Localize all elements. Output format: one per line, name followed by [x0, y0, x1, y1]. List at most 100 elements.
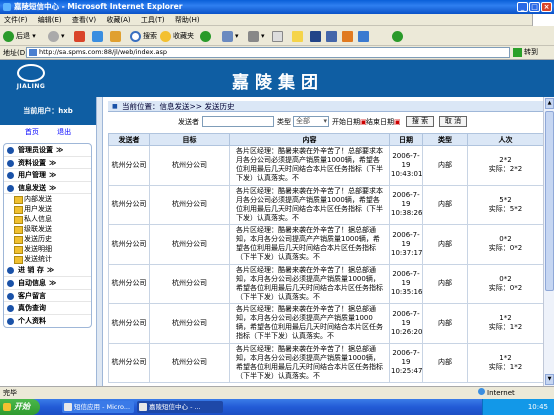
actual-count: 实际：5*2 — [488, 204, 523, 213]
sidebar-subitem-stats[interactable]: 发送统计 — [4, 254, 91, 265]
refresh-button[interactable] — [92, 29, 105, 43]
search-button[interactable]: 搜索 — [130, 29, 157, 43]
scroll-thumb[interactable] — [545, 111, 554, 291]
cell-date: 2006-7-19 10:37:17 — [389, 224, 423, 265]
toolbar-flag-icon[interactable] — [358, 29, 371, 43]
favorites-button[interactable]: 收藏夹 — [160, 29, 194, 43]
end-date-label[interactable]: 结束日期▣ — [366, 117, 401, 127]
sidebar-item-admin[interactable]: 管理员设置 ≫ — [4, 144, 91, 157]
forward-button[interactable]: ▾ — [48, 29, 65, 43]
sidebar-item-inventory[interactable]: 进 销 存 ≫ — [4, 264, 91, 277]
sidebar-subitem-history[interactable]: 发送历史 — [4, 234, 91, 245]
cell-date: 2006-7-19 10:35:16 — [389, 263, 423, 304]
table-row: 杭州分公司 杭州分公司 各片区经理：酷暑来袭在外辛苦了！总部要求本月各分公司必须提高… — [108, 145, 543, 186]
sidebar-item-auto[interactable]: 自动信息 ≫ — [4, 277, 91, 290]
sidebar-item-data[interactable]: 资料设置 ≫ — [4, 157, 91, 170]
actual-count: 实际：1*2 — [488, 323, 523, 332]
refresh-icon — [92, 30, 103, 42]
sidebar-subitem-user-send[interactable]: 用户发送 — [4, 204, 91, 215]
sidebar-item-messages[interactable]: 客户留言 — [4, 290, 91, 303]
col-sender: 发送者 — [108, 133, 150, 146]
minimize-button[interactable]: _ — [517, 2, 528, 12]
cell-content: 各片区经理：酷暑来袭在外辛苦了！总部要求本月各分公司必须提高产销质量1000辆，… — [229, 145, 390, 186]
messenger-icon — [392, 30, 403, 42]
cancel-button[interactable]: 取 消 — [439, 116, 467, 127]
cell-content: 各片区经理：酷暑来袭在外辛苦了！据总部通知，本月各分公司必须提高产销质量1000… — [229, 342, 390, 383]
brand-name: 嘉陵集团 — [232, 73, 324, 93]
sidebar-subitem-private[interactable]: 私人信息 — [4, 214, 91, 225]
taskbar-app-ie[interactable]: 嘉陵短信中心 - ... — [137, 401, 223, 413]
sidebar-item-verify[interactable]: 真伪查询 — [4, 302, 91, 315]
go-button[interactable]: 转到 — [513, 47, 551, 58]
history-icon — [200, 30, 211, 42]
back-button[interactable]: 后退 ▾ — [3, 29, 36, 43]
type-select[interactable]: 全部 ▾ — [293, 116, 329, 127]
stop-button[interactable] — [74, 29, 87, 43]
sidebar-item-users[interactable]: 用户管理 ≫ — [4, 169, 91, 182]
menu-favorites[interactable]: 收藏(A) — [102, 14, 134, 26]
cell-sender: 杭州分公司 — [108, 342, 150, 383]
address-label: 地址(D) — [3, 49, 28, 57]
toolbar-blue-icon-2[interactable] — [326, 29, 339, 43]
toolbar-blue-icon-1[interactable] — [310, 29, 323, 43]
cell-sender: 杭州分公司 — [108, 263, 150, 304]
app-icon — [326, 30, 337, 42]
sender-input[interactable] — [202, 116, 274, 127]
home-link[interactable]: 首页 — [25, 128, 39, 136]
sidebar-subitem-cascade[interactable]: 级联发送 — [4, 224, 91, 235]
address-bar: 地址(D) http://sa.spms.com:88/jl/web/index… — [0, 46, 554, 60]
menu-file[interactable]: 文件(F) — [0, 14, 32, 26]
status-text: 完毕 — [3, 389, 17, 397]
mail-button[interactable]: ▾ — [222, 29, 239, 43]
toolbar-orange-icon[interactable] — [342, 29, 355, 43]
start-button[interactable]: 开始 — [0, 399, 40, 415]
close-button[interactable]: × — [541, 2, 552, 12]
sidebar-item-send[interactable]: 信息发送 ≫ — [4, 182, 91, 195]
scroll-up-icon[interactable]: ▲ — [545, 98, 554, 109]
clock: 10:45 — [527, 403, 548, 411]
messenger-button[interactable] — [392, 29, 405, 43]
search-submit-button[interactable]: 搜 索 — [406, 116, 434, 127]
go-arrow-icon — [513, 47, 522, 57]
vertical-scrollbar[interactable]: ▲ ▼ — [543, 97, 554, 386]
frame-splitter[interactable] — [96, 97, 103, 386]
app-icon — [342, 30, 353, 42]
cell-count: 0*2 实际：0*2 — [467, 224, 543, 265]
toolbar-yellow-icon[interactable] — [292, 29, 305, 43]
print-button[interactable]: ▾ — [248, 29, 265, 43]
scroll-down-icon[interactable]: ▼ — [545, 374, 554, 385]
cell-date: 2006-7-19 10:25:47 — [389, 342, 423, 383]
cell-type: 内部 — [422, 303, 468, 344]
search-form: 发送者 类型 全部 ▾ 开始日期▣ 结束日期▣ 搜 索 取 消 — [108, 115, 543, 129]
sidebar-links: 首页 退出 — [0, 127, 96, 141]
current-user: 当前用户：hxb — [0, 97, 96, 125]
flag-icon — [358, 30, 369, 42]
menu-edit[interactable]: 编辑(E) — [34, 14, 66, 26]
maximize-button[interactable]: □ — [529, 2, 540, 12]
sidebar-subitem-detail[interactable]: 发送明细 — [4, 244, 91, 255]
sidebar-menu: 管理员设置 ≫ 资料设置 ≫ 用户管理 ≫ 信息发送 ≫ 内部发送 用户发送 私人信息 … — [3, 143, 92, 329]
document-icon — [272, 30, 283, 42]
sidebar-item-profile[interactable]: 个人资料 — [4, 315, 91, 328]
app-icon — [310, 30, 321, 42]
history-button[interactable] — [200, 29, 213, 43]
home-button[interactable] — [110, 29, 123, 43]
address-input[interactable]: http://sa.spms.com:88/jl/web/index.asp — [26, 47, 510, 58]
taskbar: 开始 短信应用 - Micro... 嘉陵短信中心 - ... 10:45 — [0, 399, 554, 415]
menu-tools[interactable]: 工具(T) — [137, 14, 169, 26]
logout-link[interactable]: 退出 — [57, 128, 71, 136]
window-titlebar: 嘉陵短信中心 - Microsoft Internet Explorer _ □… — [0, 0, 554, 14]
sidebar-subitem-internal[interactable]: 内部发送 — [4, 194, 91, 205]
menu-help[interactable]: 帮助(H) — [171, 14, 204, 26]
table-row: 杭州分公司 杭州分公司 各片区经理：酷暑来袭在外辛苦了！据总部通知，本月各分公司必须… — [108, 303, 543, 344]
jialing-logo: JIALING — [10, 64, 52, 94]
menu-view[interactable]: 查看(V) — [68, 14, 100, 26]
taskbar-app-sms[interactable]: 短信应用 - Micro... — [62, 401, 134, 413]
forward-arrow-icon — [48, 30, 59, 42]
col-type: 类型 — [422, 133, 468, 146]
actual-count: 实际：0*2 — [488, 283, 523, 292]
start-date-label[interactable]: 开始日期▣ — [332, 117, 367, 127]
count-value: 1*2 — [499, 314, 512, 323]
edit-button[interactable] — [272, 29, 285, 43]
type-label: 类型 — [277, 118, 291, 126]
